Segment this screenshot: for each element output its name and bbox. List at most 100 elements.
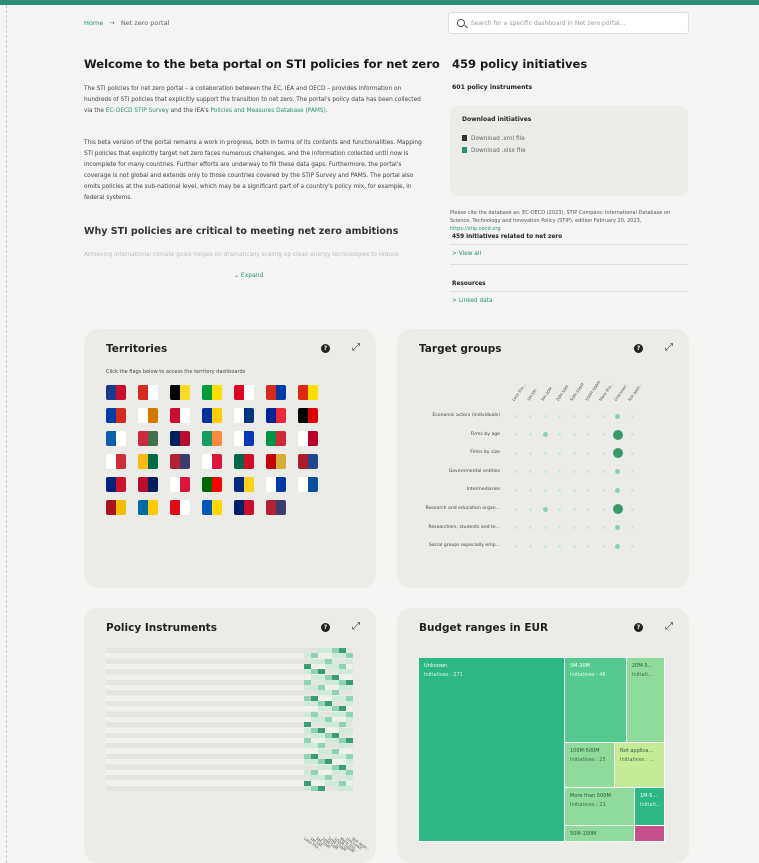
country-flag[interactable] bbox=[202, 385, 222, 400]
target-group-dot[interactable] bbox=[612, 448, 623, 459]
target-group-dot[interactable] bbox=[615, 525, 620, 531]
instrument-heat-cell[interactable] bbox=[325, 663, 332, 669]
instrument-heat-cell[interactable] bbox=[332, 732, 339, 738]
target-group-dot[interactable] bbox=[572, 470, 576, 474]
instrument-heat-cell[interactable] bbox=[346, 738, 353, 744]
instrument-heat-cell[interactable] bbox=[318, 658, 325, 664]
expand-button[interactable]: ⌄ Expand bbox=[234, 272, 263, 279]
instrument-heat-cell[interactable] bbox=[346, 695, 353, 701]
country-flag[interactable] bbox=[138, 477, 158, 492]
instrument-heat-cell[interactable] bbox=[339, 743, 346, 749]
instrument-heat-cell[interactable] bbox=[304, 743, 311, 749]
target-group-dot[interactable] bbox=[587, 414, 590, 418]
target-group-dot[interactable] bbox=[587, 433, 590, 437]
target-group-dot[interactable] bbox=[543, 544, 547, 548]
instrument-heat-cell[interactable] bbox=[332, 769, 339, 775]
instrument-heat-cell[interactable] bbox=[346, 727, 353, 733]
instrument-heat-cell[interactable] bbox=[318, 785, 325, 791]
instrument-heat-cell[interactable] bbox=[318, 764, 325, 770]
instrument-heat-cell[interactable] bbox=[332, 711, 339, 717]
target-group-dot[interactable] bbox=[615, 487, 620, 493]
target-group-dot[interactable] bbox=[587, 544, 590, 548]
expand-icon[interactable]: ⤢ bbox=[352, 621, 360, 632]
instrument-heat-cell[interactable] bbox=[304, 685, 311, 691]
target-group-dot[interactable] bbox=[514, 544, 518, 548]
target-group-dot[interactable] bbox=[630, 488, 634, 492]
instrument-heat-cell[interactable] bbox=[318, 716, 325, 722]
instrument-heat-cell[interactable] bbox=[311, 695, 318, 701]
instrument-heat-cell[interactable] bbox=[325, 716, 332, 722]
help-icon[interactable]: ? bbox=[321, 623, 330, 632]
instrument-heat-cell[interactable] bbox=[311, 759, 318, 765]
target-group-dot[interactable] bbox=[601, 488, 605, 492]
instrument-heat-cell[interactable] bbox=[339, 711, 346, 717]
country-flag[interactable] bbox=[202, 500, 222, 515]
country-flag[interactable] bbox=[170, 385, 190, 400]
view-all-link[interactable]: > View all bbox=[452, 251, 481, 257]
instrument-heat-cell[interactable] bbox=[318, 674, 325, 680]
target-group-dot[interactable] bbox=[587, 451, 590, 455]
country-flag[interactable] bbox=[138, 454, 158, 469]
instrument-heat-cell[interactable] bbox=[332, 695, 339, 701]
target-group-dot[interactable] bbox=[558, 433, 561, 437]
instrument-heat-cell[interactable] bbox=[304, 711, 311, 717]
budget-tile[interactable]: More than 500M Initiatives : 21 bbox=[565, 788, 635, 826]
target-group-dot[interactable] bbox=[572, 544, 576, 548]
expand-icon[interactable]: ⤢ bbox=[352, 342, 360, 353]
instrument-heat-cell[interactable] bbox=[304, 653, 311, 659]
help-icon[interactable]: ? bbox=[321, 344, 330, 353]
instrument-heat-cell[interactable] bbox=[339, 679, 346, 685]
stip-survey-link[interactable]: EC-OECD STIP Survey bbox=[106, 108, 169, 114]
country-flag[interactable] bbox=[298, 454, 318, 469]
instrument-heat-cell[interactable] bbox=[311, 711, 318, 717]
country-flag[interactable] bbox=[234, 385, 254, 400]
linked-data-link[interactable]: > Linked data bbox=[452, 298, 493, 304]
budget-tile[interactable]: 1M-5... Initiati... bbox=[635, 788, 665, 826]
instrument-heat-cell[interactable] bbox=[346, 743, 353, 749]
instrument-heat-cell[interactable] bbox=[346, 775, 353, 781]
instrument-heat-cell[interactable] bbox=[346, 711, 353, 717]
target-group-dot[interactable] bbox=[543, 451, 547, 455]
instrument-heat-cell[interactable] bbox=[311, 754, 318, 759]
help-icon[interactable]: ? bbox=[634, 344, 643, 353]
instrument-heat-cell[interactable] bbox=[311, 658, 318, 664]
country-flag[interactable] bbox=[266, 454, 286, 469]
instrument-heat-cell[interactable] bbox=[346, 658, 353, 664]
instrument-heat-cell[interactable] bbox=[332, 722, 339, 728]
country-flag[interactable] bbox=[266, 500, 286, 515]
instrument-heat-cell[interactable] bbox=[304, 722, 311, 728]
target-group-dot[interactable] bbox=[558, 488, 561, 492]
country-flag[interactable] bbox=[106, 477, 126, 492]
target-group-dot[interactable] bbox=[630, 433, 634, 437]
instrument-heat-cell[interactable] bbox=[339, 669, 346, 675]
instrument-heat-cell[interactable] bbox=[346, 716, 353, 722]
instrument-heat-cell[interactable] bbox=[346, 759, 353, 765]
instrument-heat-cell[interactable] bbox=[332, 748, 339, 754]
target-group-dot[interactable] bbox=[630, 507, 634, 511]
instrument-heat-cell[interactable] bbox=[311, 775, 318, 781]
instrument-heat-cell[interactable] bbox=[332, 764, 339, 770]
target-group-dot[interactable] bbox=[514, 451, 518, 455]
budget-tile[interactable]: Not applica... Initiatives : ... bbox=[615, 743, 665, 788]
target-group-dot[interactable] bbox=[612, 504, 623, 514]
instrument-heat-cell[interactable] bbox=[304, 679, 311, 685]
target-group-dot[interactable] bbox=[572, 451, 576, 455]
breadcrumb-home-link[interactable]: Home bbox=[84, 19, 103, 27]
instrument-heat-cell[interactable] bbox=[318, 727, 325, 733]
target-group-dot[interactable] bbox=[601, 526, 605, 530]
target-group-dot[interactable] bbox=[630, 544, 634, 548]
target-group-dot[interactable] bbox=[572, 414, 576, 418]
instrument-heat-cell[interactable] bbox=[318, 775, 325, 781]
target-group-dot[interactable] bbox=[543, 488, 547, 492]
instrument-heat-cell[interactable] bbox=[318, 706, 325, 712]
instrument-heat-cell[interactable] bbox=[311, 727, 318, 733]
budget-tile[interactable]: 50M-100M bbox=[565, 826, 635, 842]
instrument-heat-cell[interactable] bbox=[325, 648, 332, 653]
instrument-heat-cell[interactable] bbox=[332, 653, 339, 659]
instrument-heat-cell[interactable] bbox=[346, 685, 353, 691]
instrument-heat-cell[interactable] bbox=[346, 679, 353, 685]
country-flag[interactable] bbox=[138, 408, 158, 423]
instrument-heat-cell[interactable] bbox=[325, 674, 332, 680]
country-flag[interactable] bbox=[266, 385, 286, 400]
instrument-heat-cell[interactable] bbox=[339, 706, 346, 712]
